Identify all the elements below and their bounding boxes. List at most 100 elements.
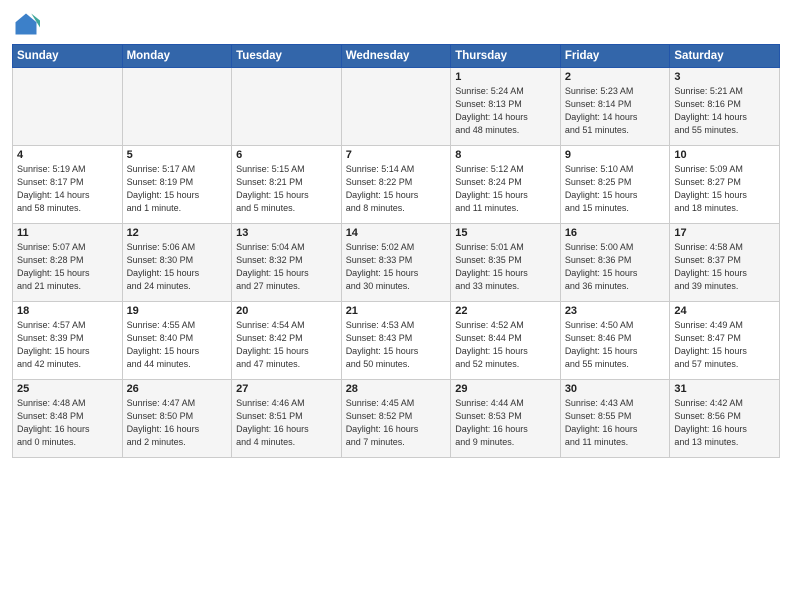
day-number: 7 <box>346 149 447 161</box>
day-info: Sunrise: 5:06 AMSunset: 8:30 PMDaylight:… <box>127 241 228 293</box>
calendar-cell: 4 Sunrise: 5:19 AMSunset: 8:17 PMDaylight… <box>13 146 123 224</box>
calendar-cell: 18Sunrise: 4:57 AMSunset: 8:39 PMDayligh… <box>13 302 123 380</box>
day-number: 26 <box>127 383 228 395</box>
calendar-cell: 8 Sunrise: 5:12 AMSunset: 8:24 PMDaylight… <box>451 146 561 224</box>
day-number: 27 <box>236 383 337 395</box>
day-number: 30 <box>565 383 666 395</box>
day-info: Sunrise: 5:15 AMSunset: 8:21 PMDaylight:… <box>236 163 337 215</box>
day-number: 8 <box>455 149 556 161</box>
day-info: Sunrise: 4:52 AMSunset: 8:44 PMDaylight:… <box>455 319 556 371</box>
calendar-cell: 30 Sunrise: 4:43 AMSunset: 8:55 PMDayligh… <box>560 380 670 458</box>
day-info: Sunrise: 4:49 AMSunset: 8:47 PMDaylight:… <box>674 319 775 371</box>
calendar-cell: 31 Sunrise: 4:42 AMSunset: 8:56 PMDayligh… <box>670 380 780 458</box>
page: SundayMondayTuesdayWednesdayThursdayFrid… <box>0 0 792 612</box>
day-info: Sunrise: 5:07 AMSunset: 8:28 PMDaylight:… <box>17 241 118 293</box>
calendar-cell: 12 Sunrise: 5:06 AMSunset: 8:30 PMDayligh… <box>122 224 232 302</box>
day-info: Sunrise: 4:42 AMSunset: 8:56 PMDaylight:… <box>674 397 775 449</box>
day-info: Sunrise: 5:19 AMSunset: 8:17 PMDaylight:… <box>17 163 118 215</box>
day-info: Sunrise: 4:44 AMSunset: 8:53 PMDaylight:… <box>455 397 556 449</box>
calendar-cell: 23 Sunrise: 4:50 AMSunset: 8:46 PMDayligh… <box>560 302 670 380</box>
day-info: Sunrise: 4:54 AMSunset: 8:42 PMDaylight:… <box>236 319 337 371</box>
day-info: Sunrise: 5:01 AMSunset: 8:35 PMDaylight:… <box>455 241 556 293</box>
day-number: 2 <box>565 71 666 83</box>
week-row-1: 1 Sunrise: 5:24 AMSunset: 8:13 PMDaylight… <box>13 68 780 146</box>
day-info: Sunrise: 4:48 AMSunset: 8:48 PMDaylight:… <box>17 397 118 449</box>
day-number: 1 <box>455 71 556 83</box>
calendar-cell: 21 Sunrise: 4:53 AMSunset: 8:43 PMDayligh… <box>341 302 451 380</box>
day-info: Sunrise: 4:43 AMSunset: 8:55 PMDaylight:… <box>565 397 666 449</box>
day-number: 29 <box>455 383 556 395</box>
day-number: 18 <box>17 305 118 317</box>
weekday-header-wednesday: Wednesday <box>341 45 451 68</box>
day-number: 10 <box>674 149 775 161</box>
day-number: 5 <box>127 149 228 161</box>
day-info: Sunrise: 5:21 AMSunset: 8:16 PMDaylight:… <box>674 85 775 137</box>
calendar-cell: 16 Sunrise: 5:00 AMSunset: 8:36 PMDayligh… <box>560 224 670 302</box>
week-row-2: 4 Sunrise: 5:19 AMSunset: 8:17 PMDaylight… <box>13 146 780 224</box>
day-info: Sunrise: 5:00 AMSunset: 8:36 PMDaylight:… <box>565 241 666 293</box>
day-number: 16 <box>565 227 666 239</box>
calendar-cell: 26 Sunrise: 4:47 AMSunset: 8:50 PMDayligh… <box>122 380 232 458</box>
day-info: Sunrise: 5:23 AMSunset: 8:14 PMDaylight:… <box>565 85 666 137</box>
day-info: Sunrise: 5:10 AMSunset: 8:25 PMDaylight:… <box>565 163 666 215</box>
week-row-5: 25Sunrise: 4:48 AMSunset: 8:48 PMDayligh… <box>13 380 780 458</box>
day-number: 6 <box>236 149 337 161</box>
calendar-table: SundayMondayTuesdayWednesdayThursdayFrid… <box>12 44 780 458</box>
day-number: 14 <box>346 227 447 239</box>
calendar-cell: 14 Sunrise: 5:02 AMSunset: 8:33 PMDayligh… <box>341 224 451 302</box>
calendar-cell: 15Sunrise: 5:01 AMSunset: 8:35 PMDayligh… <box>451 224 561 302</box>
calendar-cell: 9 Sunrise: 5:10 AMSunset: 8:25 PMDaylight… <box>560 146 670 224</box>
calendar-cell: 13Sunrise: 5:04 AMSunset: 8:32 PMDayligh… <box>232 224 342 302</box>
day-info: Sunrise: 4:46 AMSunset: 8:51 PMDaylight:… <box>236 397 337 449</box>
calendar-cell: 1 Sunrise: 5:24 AMSunset: 8:13 PMDaylight… <box>451 68 561 146</box>
day-info: Sunrise: 5:24 AMSunset: 8:13 PMDaylight:… <box>455 85 556 137</box>
logo <box>12 10 44 38</box>
weekday-header-friday: Friday <box>560 45 670 68</box>
day-info: Sunrise: 4:47 AMSunset: 8:50 PMDaylight:… <box>127 397 228 449</box>
calendar-cell: 19 Sunrise: 4:55 AMSunset: 8:40 PMDayligh… <box>122 302 232 380</box>
day-number: 19 <box>127 305 228 317</box>
day-number: 28 <box>346 383 447 395</box>
day-number: 22 <box>455 305 556 317</box>
calendar-cell: 10Sunrise: 5:09 AMSunset: 8:27 PMDayligh… <box>670 146 780 224</box>
calendar-cell: 6 Sunrise: 5:15 AMSunset: 8:21 PMDaylight… <box>232 146 342 224</box>
calendar-cell <box>13 68 123 146</box>
weekday-header-saturday: Saturday <box>670 45 780 68</box>
calendar-cell: 7Sunrise: 5:14 AMSunset: 8:22 PMDaylight… <box>341 146 451 224</box>
day-info: Sunrise: 5:17 AMSunset: 8:19 PMDaylight:… <box>127 163 228 215</box>
calendar-cell: 27 Sunrise: 4:46 AMSunset: 8:51 PMDayligh… <box>232 380 342 458</box>
calendar-cell <box>122 68 232 146</box>
day-info: Sunrise: 5:02 AMSunset: 8:33 PMDaylight:… <box>346 241 447 293</box>
weekday-header-tuesday: Tuesday <box>232 45 342 68</box>
calendar-cell <box>232 68 342 146</box>
day-info: Sunrise: 4:58 AMSunset: 8:37 PMDaylight:… <box>674 241 775 293</box>
calendar-cell: 11 Sunrise: 5:07 AMSunset: 8:28 PMDayligh… <box>13 224 123 302</box>
calendar-cell: 28Sunrise: 4:45 AMSunset: 8:52 PMDayligh… <box>341 380 451 458</box>
day-number: 3 <box>674 71 775 83</box>
logo-icon <box>12 10 40 38</box>
day-info: Sunrise: 5:12 AMSunset: 8:24 PMDaylight:… <box>455 163 556 215</box>
day-info: Sunrise: 4:53 AMSunset: 8:43 PMDaylight:… <box>346 319 447 371</box>
day-info: Sunrise: 4:50 AMSunset: 8:46 PMDaylight:… <box>565 319 666 371</box>
day-number: 21 <box>346 305 447 317</box>
day-number: 24 <box>674 305 775 317</box>
calendar-cell: 22 Sunrise: 4:52 AMSunset: 8:44 PMDayligh… <box>451 302 561 380</box>
calendar-cell: 5 Sunrise: 5:17 AMSunset: 8:19 PMDaylight… <box>122 146 232 224</box>
week-row-3: 11 Sunrise: 5:07 AMSunset: 8:28 PMDayligh… <box>13 224 780 302</box>
calendar-cell: 24 Sunrise: 4:49 AMSunset: 8:47 PMDayligh… <box>670 302 780 380</box>
weekday-header-sunday: Sunday <box>13 45 123 68</box>
day-number: 9 <box>565 149 666 161</box>
day-info: Sunrise: 5:04 AMSunset: 8:32 PMDaylight:… <box>236 241 337 293</box>
day-number: 31 <box>674 383 775 395</box>
calendar-cell: 2 Sunrise: 5:23 AMSunset: 8:14 PMDaylight… <box>560 68 670 146</box>
day-number: 20 <box>236 305 337 317</box>
day-info: Sunrise: 4:55 AMSunset: 8:40 PMDaylight:… <box>127 319 228 371</box>
day-number: 4 <box>17 149 118 161</box>
week-row-4: 18Sunrise: 4:57 AMSunset: 8:39 PMDayligh… <box>13 302 780 380</box>
calendar-cell: 25Sunrise: 4:48 AMSunset: 8:48 PMDayligh… <box>13 380 123 458</box>
weekday-header-thursday: Thursday <box>451 45 561 68</box>
day-number: 23 <box>565 305 666 317</box>
day-number: 11 <box>17 227 118 239</box>
day-number: 12 <box>127 227 228 239</box>
calendar-cell: 29 Sunrise: 4:44 AMSunset: 8:53 PMDayligh… <box>451 380 561 458</box>
